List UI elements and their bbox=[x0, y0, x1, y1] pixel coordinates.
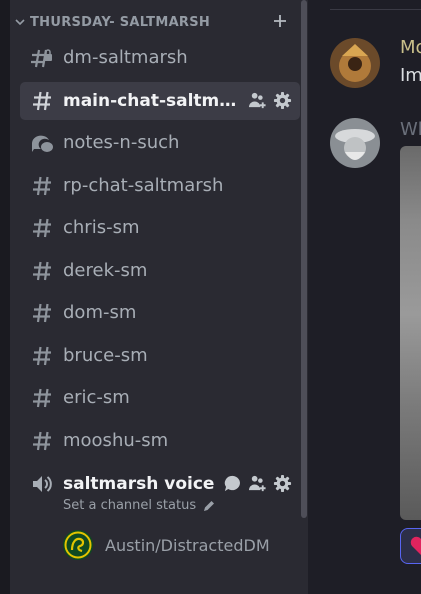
channel-label: rp-chat-saltmarsh bbox=[63, 175, 224, 196]
hash-icon bbox=[33, 261, 51, 281]
chat-panel: Mo Im Wh bbox=[308, 0, 421, 594]
forum-icon bbox=[32, 135, 53, 152]
channel-label: bruce-sm bbox=[63, 345, 148, 366]
hash-icon bbox=[33, 431, 51, 451]
message-author[interactable]: Wh bbox=[400, 119, 421, 140]
channel-rp-chat-saltmarsh[interactable]: rp-chat-saltmarsh bbox=[20, 167, 300, 205]
channel-status-text: Set a channel status bbox=[63, 498, 197, 513]
channel-label: notes-n-such bbox=[63, 132, 180, 153]
hash-icon bbox=[33, 91, 51, 111]
sidebar-scrollbar[interactable] bbox=[300, 0, 308, 594]
channel-main-chat-saltmarsh[interactable]: main-chat-saltmarsh bbox=[20, 82, 300, 120]
channel-label: chris-sm bbox=[63, 217, 140, 238]
message-author[interactable]: Mo bbox=[400, 37, 421, 58]
scrollbar-thumb[interactable] bbox=[301, 0, 307, 518]
channel-bruce-sm[interactable]: bruce-sm bbox=[20, 337, 300, 375]
chat-bubble-icon[interactable] bbox=[223, 474, 242, 493]
hash-icon bbox=[33, 388, 51, 408]
server-rail-edge bbox=[0, 0, 10, 594]
category-header[interactable]: THURSDAY- SALTMARSH bbox=[14, 12, 294, 32]
avatar[interactable] bbox=[330, 38, 380, 88]
chevron-down-icon bbox=[15, 19, 25, 26]
voice-channel-status[interactable]: Set a channel status bbox=[63, 498, 216, 513]
pencil-icon[interactable] bbox=[202, 499, 216, 513]
channel-mooshu-sm[interactable]: mooshu-sm bbox=[20, 422, 300, 460]
channel-eric-sm[interactable]: eric-sm bbox=[20, 379, 300, 417]
channel-label: main-chat-saltmarsh bbox=[63, 91, 243, 111]
channel-chris-sm[interactable]: chris-sm bbox=[20, 209, 300, 247]
hash-icon bbox=[33, 218, 51, 238]
avatar[interactable] bbox=[330, 118, 380, 168]
message-text: Im bbox=[400, 65, 421, 86]
reaction-button[interactable] bbox=[400, 528, 421, 564]
divider bbox=[330, 9, 421, 10]
image-attachment[interactable] bbox=[400, 146, 421, 520]
hash-icon bbox=[33, 346, 51, 366]
heart-icon bbox=[410, 536, 421, 555]
category-title: THURSDAY- SALTMARSH bbox=[30, 14, 211, 30]
channel-dom-sm[interactable]: dom-sm bbox=[20, 294, 300, 332]
channel-label: derek-sm bbox=[63, 260, 148, 281]
hash-icon bbox=[33, 303, 51, 323]
hash-icon bbox=[33, 176, 51, 196]
speaker-icon bbox=[33, 476, 52, 492]
channel-label: eric-sm bbox=[63, 387, 130, 408]
channel-dm-saltmarsh[interactable]: dm-saltmarsh bbox=[20, 39, 300, 77]
channel-derek-sm[interactable]: derek-sm bbox=[20, 252, 300, 290]
avatar bbox=[63, 530, 93, 560]
locked-hash-icon bbox=[31, 49, 52, 68]
gear-icon[interactable] bbox=[273, 474, 292, 493]
add-channel-icon[interactable] bbox=[272, 13, 288, 29]
voice-participant[interactable]: Austin/DistractedDM bbox=[63, 530, 270, 560]
channel-label: mooshu-sm bbox=[63, 430, 169, 451]
participant-name: Austin/DistractedDM bbox=[105, 535, 270, 555]
channel-label: dom-sm bbox=[63, 302, 137, 323]
invite-members-icon[interactable] bbox=[248, 91, 267, 110]
gear-icon[interactable] bbox=[273, 91, 292, 110]
voice-channel-label: saltmarsh voice bbox=[63, 474, 215, 494]
invite-members-icon[interactable] bbox=[248, 474, 267, 493]
channel-label: dm-saltmarsh bbox=[63, 47, 188, 68]
channel-notes-n-such[interactable]: notes-n-such bbox=[20, 124, 300, 162]
